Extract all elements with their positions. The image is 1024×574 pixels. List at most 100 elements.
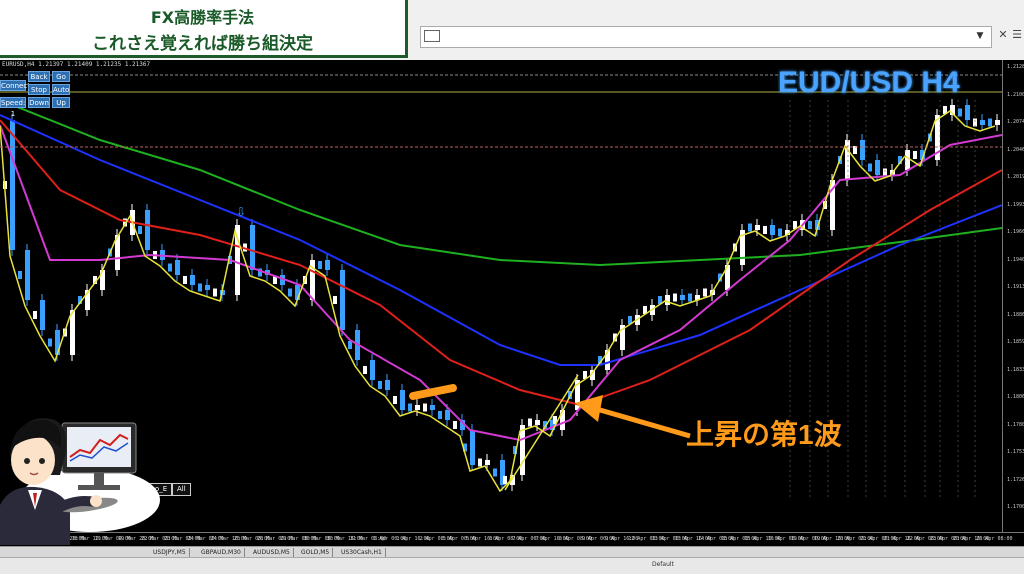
- wave-trendline: [504, 374, 579, 491]
- price-tick-label: 1.20740: [1007, 119, 1024, 125]
- price-tick-label: 1.17000: [1007, 504, 1024, 510]
- candle-body: [493, 468, 497, 477]
- candle-body: [385, 380, 390, 390]
- candle-body: [965, 105, 970, 120]
- close-icon[interactable]: ✕: [996, 28, 1010, 42]
- chart-tab[interactable]: USDJPY,M5: [150, 548, 190, 557]
- candle-body: [680, 295, 685, 300]
- chart-tab[interactable]: AUDUSD,M5: [250, 548, 294, 557]
- candle-body: [190, 275, 195, 285]
- price-tick-label: 1.21285: [1007, 64, 1024, 70]
- candle-body: [535, 420, 540, 425]
- back-button[interactable]: Back: [28, 71, 50, 82]
- time-tick-label: 26 Apr 08:00: [976, 536, 1013, 542]
- status-bar: Default: [0, 557, 1024, 574]
- ma-green-line: [0, 99, 1003, 267]
- candle-body: [438, 411, 442, 419]
- candle-body: [145, 210, 150, 250]
- down-button[interactable]: Down: [28, 97, 50, 108]
- candle-body: [748, 223, 752, 232]
- go-button[interactable]: Go: [52, 71, 70, 82]
- candle-body: [250, 225, 255, 270]
- candle-body: [995, 120, 1000, 125]
- menu-icon[interactable]: ☰: [1010, 28, 1024, 42]
- all-button[interactable]: All: [172, 483, 191, 496]
- speed-button[interactable]: Speed: 1: [0, 97, 26, 118]
- candle-body: [503, 476, 507, 484]
- candle-body: [673, 293, 677, 302]
- highlight-mark: [409, 384, 457, 400]
- signal-arrow-icon: ⇩: [236, 205, 246, 219]
- annotation-text: 上昇の第1波: [686, 419, 842, 450]
- price-tick-label: 1.18595: [1007, 339, 1024, 345]
- candle-body: [183, 276, 187, 284]
- address-dropdown-icon[interactable]: ▼: [970, 26, 990, 46]
- price-tick-label: 1.21005: [1007, 91, 1024, 98]
- candle-body: [318, 261, 322, 269]
- candle-body: [445, 410, 450, 420]
- candle-body: [520, 425, 525, 475]
- candle-body: [348, 341, 352, 349]
- candle-body: [453, 421, 457, 429]
- price-tick-label: 1.20460: [1007, 146, 1024, 153]
- stop-button[interactable]: Stop: [28, 84, 50, 95]
- candle-body: [860, 140, 865, 160]
- candle-body: [430, 405, 435, 410]
- price-tick-label: 1.17530: [1007, 449, 1024, 455]
- candle-body: [913, 151, 917, 159]
- price-tick-label: 1.17800: [1007, 421, 1024, 428]
- candle-body: [763, 226, 767, 234]
- price-tick-label: 1.19130: [1007, 284, 1024, 290]
- candle-body: [18, 271, 22, 279]
- candle-body: [400, 390, 405, 410]
- title-banner: FX高勝率手法 これさえ覚えれば勝ち組決定: [0, 0, 408, 58]
- chart-tab[interactable]: GBPAUD,M30: [198, 548, 245, 557]
- candle-body: [175, 260, 180, 275]
- price-tick-label: 1.19665: [1007, 229, 1024, 235]
- address-bar[interactable]: [420, 26, 992, 48]
- candle-body: [905, 150, 910, 170]
- candle-body: [370, 360, 375, 380]
- candle-body: [485, 460, 490, 465]
- candle-body: [868, 163, 872, 172]
- auto-button[interactable]: Auto: [52, 84, 70, 95]
- candle-body: [33, 311, 37, 319]
- price-tick-label: 1.19400: [1007, 256, 1024, 263]
- candle-body: [213, 288, 217, 297]
- ma-pink-line: [0, 124, 1003, 442]
- up-button[interactable]: Up: [52, 97, 70, 108]
- chart-tab[interactable]: GOLD,M5: [298, 548, 334, 557]
- chart-tab[interactable]: US30Cash,H1: [338, 548, 386, 557]
- character-illustration: [0, 418, 160, 545]
- candle-body: [703, 288, 707, 297]
- page-icon: [424, 30, 440, 42]
- price-tick-label: 1.18330: [1007, 366, 1024, 373]
- candle-body: [755, 225, 760, 230]
- ma-red-line: [0, 119, 1003, 407]
- candle-body: [470, 430, 475, 465]
- candle-body: [423, 403, 427, 412]
- price-tick-label: 1.20195: [1007, 174, 1024, 180]
- candle-body: [70, 310, 75, 355]
- candle-body: [980, 120, 985, 125]
- candle-body: [198, 283, 202, 292]
- candle-body: [415, 405, 420, 410]
- candle-body: [363, 366, 367, 374]
- candle-body: [665, 295, 670, 305]
- candle-body: [778, 228, 782, 237]
- banner-title: FX高勝率手法: [150, 8, 255, 27]
- candle-body: [48, 338, 52, 347]
- price-tick-label: 1.19930: [1007, 201, 1024, 208]
- candle-body: [528, 418, 532, 427]
- candle-body: [333, 296, 337, 304]
- price-tick-label: 1.18860: [1007, 311, 1024, 318]
- candle-body: [25, 250, 30, 300]
- candle-body: [688, 293, 692, 302]
- candle-body: [340, 270, 345, 330]
- candle-body: [205, 285, 210, 290]
- candle-body: [875, 160, 880, 175]
- candle-body: [770, 225, 775, 235]
- price-tick-label: 1.17265: [1007, 476, 1024, 483]
- candle-body: [168, 263, 172, 272]
- connect-button[interactable]: Connect: [0, 80, 30, 91]
